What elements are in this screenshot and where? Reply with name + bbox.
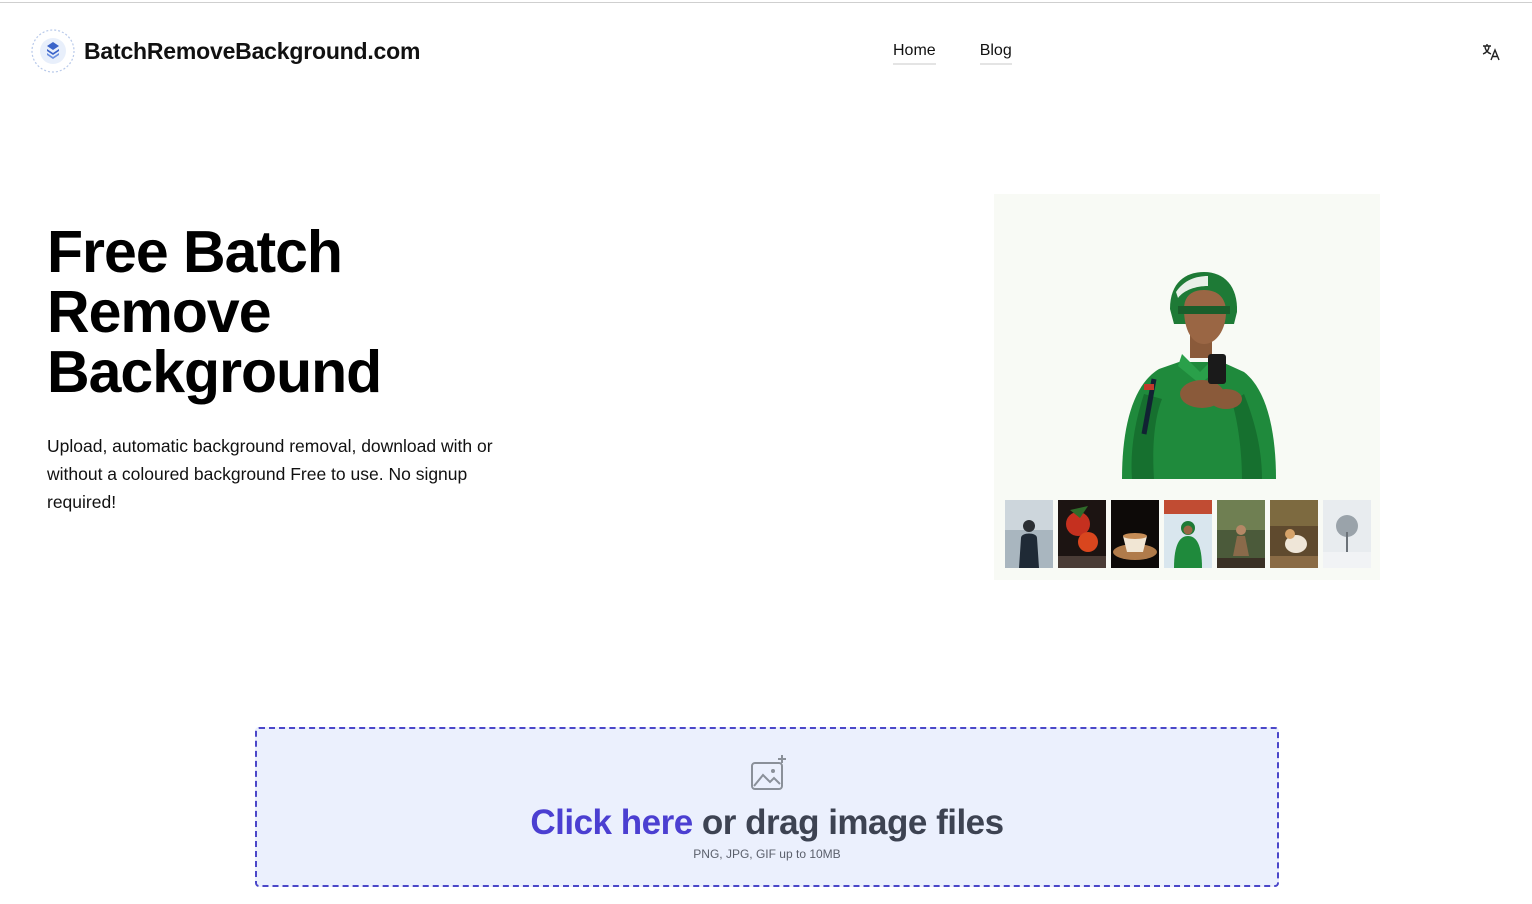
dropzone-label: Click here or drag image files (257, 803, 1277, 843)
thumb-tree-snow[interactable] (1323, 500, 1371, 568)
thumb-woman-forest[interactable] (1217, 500, 1265, 568)
thumb-fruit[interactable] (1058, 500, 1106, 568)
hero-title-line: Remove (47, 279, 272, 345)
thumb-dog[interactable] (1270, 500, 1318, 568)
hero-description: Upload, automatic background removal, do… (47, 436, 493, 512)
site-header: BatchRemoveBackground.com Home Blog (0, 0, 1532, 100)
upload-dropzone[interactable]: Click here or drag image files PNG, JPG,… (255, 727, 1279, 887)
layers-icon (30, 28, 76, 74)
add-image-icon (749, 753, 789, 793)
drag-files-text: or drag image files (701, 803, 1004, 842)
main-nav: Home Blog (893, 42, 1012, 65)
nav-blog[interactable]: Blog (979, 42, 1012, 65)
hero-title-line: Free Batch (47, 219, 343, 285)
showcase-main-image (994, 194, 1380, 494)
translate-icon[interactable] (1481, 42, 1501, 62)
hero-title-line: Background (47, 339, 382, 405)
hero-title: Free Batch Remove Background (47, 222, 467, 402)
showcase-gallery (994, 194, 1380, 580)
nav-home[interactable]: Home (893, 42, 936, 65)
file-type-hint: PNG, JPG, GIF up to 10MB (693, 847, 841, 861)
thumb-coffee[interactable] (1111, 500, 1159, 568)
brand-name: BatchRemoveBackground.com (84, 37, 421, 64)
thumb-rider[interactable] (1164, 500, 1212, 568)
brand-link[interactable]: BatchRemoveBackground.com (30, 28, 420, 74)
click-here-link[interactable]: Click here (530, 803, 693, 842)
thumbnail-strip (1005, 500, 1371, 568)
thumb-person-snow[interactable] (1005, 500, 1053, 568)
